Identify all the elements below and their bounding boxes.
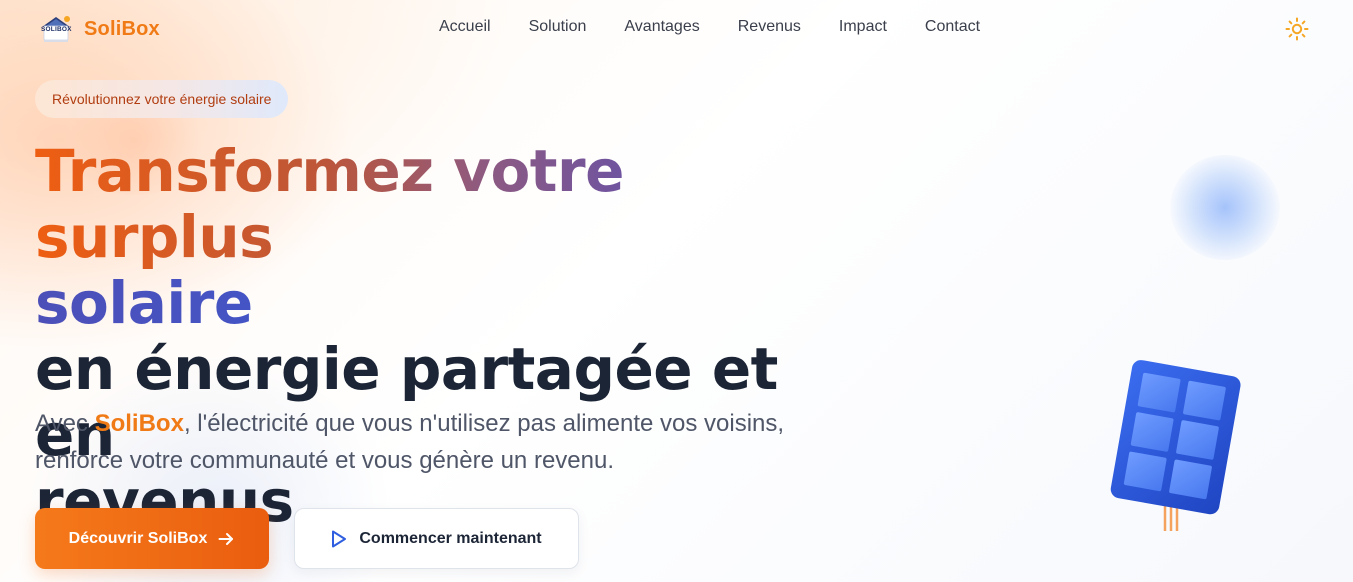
hero-badge: Révolutionnez votre énergie solaire — [35, 80, 289, 118]
logo-link[interactable]: SOLIBOX SoliBox — [38, 14, 160, 44]
nav-link-revenus[interactable]: Revenus — [738, 18, 801, 36]
subtitle-prefix: Avec — [35, 410, 95, 437]
theme-toggle-button[interactable] — [1284, 16, 1310, 42]
main-nav: Accueil Solution Avantages Revenus Impac… — [439, 18, 980, 36]
nav-link-contact[interactable]: Contact — [925, 18, 980, 36]
headline-gradient-line-2: solaire — [35, 270, 855, 336]
hero-subtitle: Avec SoliBox, l'électricité que vous n'u… — [35, 405, 835, 479]
arrow-right-icon — [217, 530, 235, 548]
start-now-button[interactable]: Commencer maintenant — [294, 508, 579, 569]
nav-link-accueil[interactable]: Accueil — [439, 18, 491, 36]
site-header: SOLIBOX SoliBox Accueil Solution Avantag… — [0, 0, 1353, 58]
logo-wordmark: SOLIBOX — [41, 26, 72, 33]
sun-icon — [1285, 17, 1309, 41]
headline-gradient-line-1: Transformez votre surplus — [35, 138, 855, 270]
discover-button-label: Découvrir SoliBox — [68, 529, 208, 547]
play-icon — [331, 530, 347, 548]
start-button-label: Commencer maintenant — [359, 529, 542, 547]
nav-link-avantages[interactable]: Avantages — [624, 18, 699, 36]
decorative-blue-glow — [1170, 155, 1280, 260]
solar-panel-illustration — [1095, 355, 1255, 540]
discover-solibox-button[interactable]: Découvrir SoliBox — [35, 508, 269, 569]
nav-link-solution[interactable]: Solution — [529, 18, 587, 36]
subtitle-brand: SoliBox — [94, 410, 184, 437]
brand-name: SoliBox — [84, 17, 160, 40]
nav-link-impact[interactable]: Impact — [839, 18, 887, 36]
